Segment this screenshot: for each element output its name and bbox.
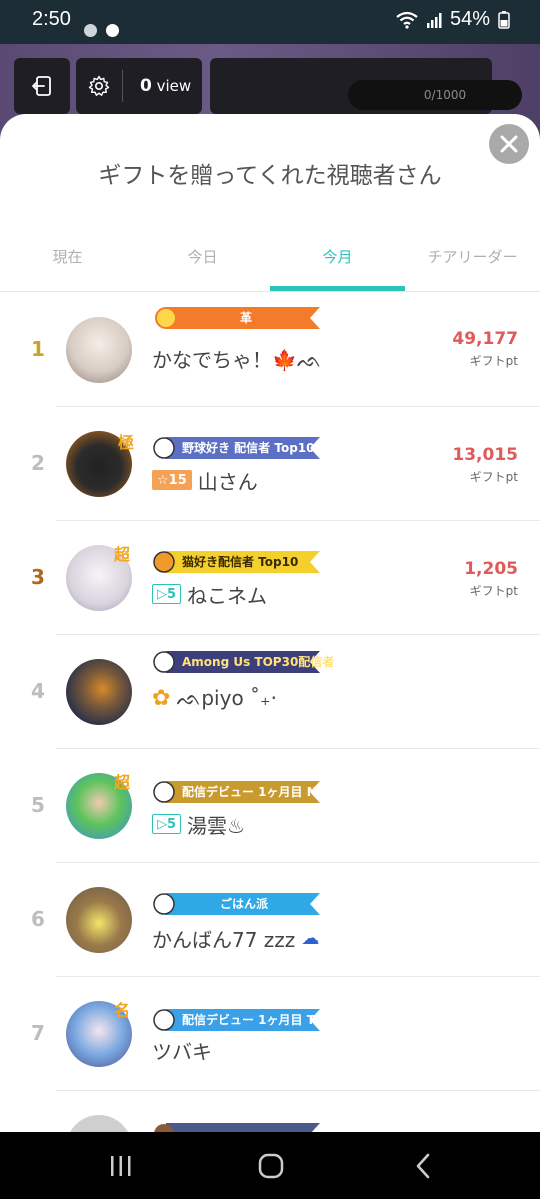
notification-dot-icon bbox=[84, 24, 97, 37]
avatar-tier-tag: 超 bbox=[114, 545, 131, 564]
banner-text: 野球好き 配信者 Top10 bbox=[182, 441, 315, 455]
view-settings-button[interactable]: 0 view bbox=[76, 58, 202, 114]
exit-icon bbox=[32, 76, 51, 96]
banner-ribbon bbox=[154, 1123, 320, 1132]
viewer-name-text: ᨒpiyo ˚₊· bbox=[176, 686, 277, 710]
viewer-name: かんばん77 zzz ☁ bbox=[152, 923, 319, 953]
do-not-disturb-icon bbox=[106, 24, 119, 37]
level-badge: ▷ 5 bbox=[152, 584, 182, 604]
status-bar: 2:50 54% bbox=[0, 0, 540, 44]
viewer-name: かなでちゃ！🍁ᨒ bbox=[152, 343, 322, 373]
banner-text: 配信デビュー 1ヶ月目 No.1 bbox=[182, 785, 338, 799]
rank-number: 5 bbox=[31, 793, 45, 817]
badge-banner: ごはん派 bbox=[152, 893, 320, 915]
viewer-name-text: 山さん bbox=[197, 469, 258, 494]
viewer-name: ☆ 15 山さん bbox=[152, 465, 258, 495]
viewer-name: ▷ 5 ねこネム bbox=[152, 579, 267, 609]
points-value: 1,205 bbox=[464, 559, 518, 579]
points-unit: ギフトpt bbox=[469, 354, 518, 368]
list-item[interactable]: 5 超 配信デビュー 1ヶ月目 No.1 ▷ 5 湯雲♨ bbox=[0, 749, 540, 863]
back-icon[interactable] bbox=[412, 1153, 436, 1179]
recent-apps-icon[interactable] bbox=[108, 1154, 134, 1178]
level-icon: ▷ bbox=[157, 816, 167, 832]
badge-banner: 猫好き配信者 Top10 bbox=[152, 551, 320, 573]
viewer-name: ▷ 5 湯雲♨ bbox=[152, 809, 245, 839]
signal-icon bbox=[426, 12, 442, 28]
list-item[interactable]: 4 Among Us TOP30配信者 ✿ ᨒpiyo ˚₊· bbox=[0, 635, 540, 749]
list-item[interactable]: 1 革 かなでちゃ！🍁ᨒ 49,177 ギフトpt bbox=[0, 293, 540, 407]
rank-number: 3 bbox=[31, 565, 45, 589]
badge-banner: 配信デビュー 1ヶ月目 TOP10 bbox=[152, 1009, 351, 1031]
badge-banner: 野球好き 配信者 Top10 bbox=[152, 437, 320, 459]
rank-number: 7 bbox=[31, 1021, 45, 1045]
banner-ribbon bbox=[155, 307, 320, 329]
sheet-title: ギフトを贈ってくれた視聴者さん bbox=[98, 163, 442, 189]
viewer-name: ツバキ bbox=[152, 1035, 212, 1065]
points-value: 49,177 bbox=[452, 329, 518, 349]
banner-text: 猫好き配信者 Top10 bbox=[182, 555, 299, 569]
goal-progress: 0/1000 bbox=[348, 80, 522, 110]
list-item[interactable]: 2 極 野球好き 配信者 Top10 ☆ 15 山さん 13,015 ギフトpt bbox=[0, 407, 540, 521]
gear-icon[interactable] bbox=[88, 75, 110, 97]
flower-icon: ✿ bbox=[152, 685, 171, 711]
viewer-name-text: かなでちゃ！🍁ᨒ bbox=[152, 347, 322, 372]
points-unit: ギフトpt bbox=[469, 470, 518, 484]
exit-button[interactable] bbox=[14, 58, 70, 114]
avatar[interactable] bbox=[66, 659, 132, 725]
banner-text: 革 bbox=[240, 311, 253, 325]
gift-points: 49,177 ギフトpt bbox=[452, 329, 518, 369]
points-unit: ギフトpt bbox=[469, 584, 518, 598]
header-divider bbox=[122, 70, 123, 102]
gift-points: 13,015 ギフトpt bbox=[452, 445, 518, 485]
badge-banner: 配信デビュー 1ヶ月目 No.1 bbox=[152, 781, 338, 803]
rank-number: 2 bbox=[31, 451, 45, 475]
viewer-name: ✿ ᨒpiyo ˚₊· bbox=[152, 683, 277, 713]
star-icon: ☆ bbox=[157, 472, 169, 488]
home-icon[interactable] bbox=[258, 1153, 284, 1179]
banner-text: Among Us TOP30配信者 bbox=[182, 655, 335, 669]
viewer-name-text: かんばん77 zzz bbox=[152, 927, 296, 952]
list-item[interactable]: 3 超 猫好き配信者 Top10 ▷ 5 ねこネム 1,205 ギフトpt bbox=[0, 521, 540, 635]
avatar[interactable] bbox=[66, 887, 132, 953]
battery-icon bbox=[498, 10, 510, 29]
list-item[interactable] bbox=[0, 1091, 540, 1132]
tab-cheerleader[interactable]: チアリーダー bbox=[405, 238, 540, 292]
viewer-name-text: ツバキ bbox=[152, 1039, 212, 1064]
view-count: 0 view bbox=[140, 76, 192, 96]
tab-this-month[interactable]: 今月 bbox=[270, 238, 405, 292]
avatar[interactable] bbox=[66, 317, 132, 383]
avatar-tier-tag: 極 bbox=[118, 433, 135, 452]
viewer-name-text: 湯雲♨ bbox=[187, 813, 245, 838]
badge-banner: 革 bbox=[152, 307, 320, 329]
viewer-name-text: ねこネム bbox=[187, 583, 268, 608]
level-badge: ▷ 5 bbox=[152, 814, 182, 834]
active-tab-indicator bbox=[270, 286, 405, 291]
level-icon: ▷ bbox=[157, 586, 167, 602]
status-right: 54% bbox=[396, 8, 510, 31]
status-time: 2:50 bbox=[32, 8, 71, 30]
battery-percent: 54% bbox=[449, 8, 490, 30]
system-nav-bar bbox=[0, 1132, 540, 1199]
wifi-icon bbox=[396, 11, 418, 29]
banner-text: ごはん派 bbox=[220, 897, 269, 911]
banner-text: 配信デビュー 1ヶ月目 TOP10 bbox=[182, 1013, 351, 1027]
list-item[interactable]: 6 ごはん派 かんばん77 zzz ☁ bbox=[0, 863, 540, 977]
rank-number: 1 bbox=[31, 337, 45, 361]
tab-today[interactable]: 今日 bbox=[135, 238, 270, 292]
gift-points: 1,205 ギフトpt bbox=[464, 559, 518, 599]
avatar-tier-tag: 名 bbox=[114, 1001, 131, 1020]
points-value: 13,015 bbox=[452, 445, 518, 465]
badge-banner bbox=[152, 1123, 320, 1132]
rank-number: 4 bbox=[31, 679, 45, 703]
tab-current[interactable]: 現在 bbox=[0, 238, 135, 292]
rank-number: 6 bbox=[31, 907, 45, 931]
avatar[interactable] bbox=[66, 1115, 132, 1132]
avatar-tier-tag: 超 bbox=[114, 773, 131, 792]
star-level-badge: ☆ 15 bbox=[152, 470, 192, 490]
period-tabs: 現在 今日 今月 チアリーダー bbox=[0, 238, 540, 292]
badge-banner: Among Us TOP30配信者 bbox=[152, 651, 334, 673]
list-item[interactable]: 7 名 配信デビュー 1ヶ月目 TOP10 ツバキ bbox=[0, 977, 540, 1091]
cloud-icon: ☁ bbox=[301, 927, 320, 949]
close-icon bbox=[500, 135, 518, 153]
